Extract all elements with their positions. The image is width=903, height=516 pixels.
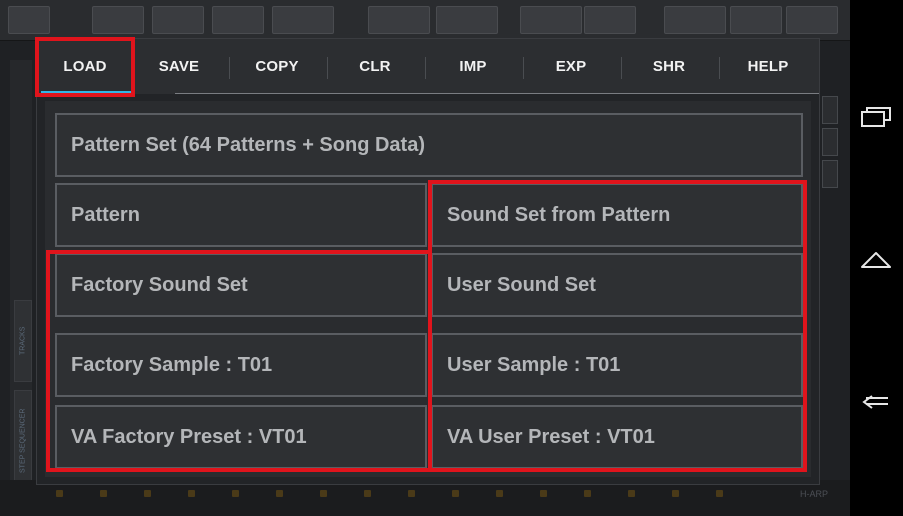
tab-exp[interactable]: EXP xyxy=(525,39,617,94)
option-factory-sound-set[interactable]: Factory Sound Set xyxy=(55,253,427,317)
tab-separator xyxy=(425,57,426,79)
step-led xyxy=(716,490,723,497)
home-icon[interactable] xyxy=(860,243,892,275)
step-led xyxy=(276,490,283,497)
option-user-sample[interactable]: User Sample : T01 xyxy=(431,333,803,397)
toolbar-button[interactable] xyxy=(272,6,334,34)
step-led xyxy=(100,490,107,497)
option-sound-set-from-pattern-label: Sound Set from Pattern xyxy=(447,203,671,226)
tab-help-label: HELP xyxy=(747,58,789,75)
step-led xyxy=(540,490,547,497)
tab-exp-label: EXP xyxy=(555,58,587,75)
tab-shr[interactable]: SHR xyxy=(623,39,715,94)
tab-copy[interactable]: COPY xyxy=(231,39,323,94)
toolbar-button[interactable] xyxy=(730,6,782,34)
active-tab-indicator xyxy=(41,91,133,94)
tab-help[interactable]: HELP xyxy=(721,39,815,94)
toolbar-button[interactable] xyxy=(368,6,430,34)
tab-load[interactable]: LOAD xyxy=(41,39,129,94)
step-led xyxy=(496,490,503,497)
top-toolbar xyxy=(0,0,850,41)
toolbar-button[interactable] xyxy=(436,6,498,34)
system-nav-bar xyxy=(850,0,903,516)
harp-label: H-ARP xyxy=(800,489,829,499)
option-pattern-set[interactable]: Pattern Set (64 Patterns + Song Data) xyxy=(55,113,803,177)
tab-tracks[interactable]: TRACKS xyxy=(14,300,32,382)
step-led xyxy=(144,490,151,497)
tab-copy-label: COPY xyxy=(255,58,299,75)
step-led xyxy=(320,490,327,497)
step-led xyxy=(408,490,415,497)
toolbar-button[interactable] xyxy=(8,6,50,34)
right-control[interactable] xyxy=(822,128,838,156)
tab-save[interactable]: SAVE xyxy=(133,39,225,94)
tab-clr-label: CLR xyxy=(359,58,391,75)
tab-save-label: SAVE xyxy=(158,58,200,75)
back-icon[interactable] xyxy=(860,384,892,416)
option-va-factory-preset-label: VA Factory Preset : VT01 xyxy=(71,425,307,448)
option-user-sound-set[interactable]: User Sound Set xyxy=(431,253,803,317)
step-led xyxy=(56,490,63,497)
toolbar-button[interactable] xyxy=(92,6,144,34)
option-pattern-set-label: Pattern Set (64 Patterns + Song Data) xyxy=(71,133,425,156)
toolbar-button[interactable] xyxy=(152,6,204,34)
bottom-strip xyxy=(0,480,850,516)
option-factory-sample[interactable]: Factory Sample : T01 xyxy=(55,333,427,397)
tab-shr-label: SHR xyxy=(652,58,686,75)
tab-separator xyxy=(229,57,230,79)
option-pattern-label: Pattern xyxy=(71,203,140,226)
toolbar-button[interactable] xyxy=(212,6,264,34)
option-va-factory-preset[interactable]: VA Factory Preset : VT01 xyxy=(55,405,427,469)
tab-separator xyxy=(621,57,622,79)
tab-imp-label: IMP xyxy=(459,58,487,75)
step-led xyxy=(628,490,635,497)
toolbar-button[interactable] xyxy=(520,6,582,34)
tab-separator xyxy=(719,57,720,79)
tab-load-label: LOAD xyxy=(63,58,107,75)
toolbar-button[interactable] xyxy=(584,6,636,34)
right-control[interactable] xyxy=(822,160,838,188)
step-led xyxy=(232,490,239,497)
load-options-panel: Pattern Set (64 Patterns + Song Data) Pa… xyxy=(45,101,811,477)
step-led xyxy=(452,490,459,497)
step-led xyxy=(364,490,371,497)
step-led xyxy=(584,490,591,497)
load-dialog: LOAD SAVE COPY CLR IMP EXP SHR HELP Patt… xyxy=(36,38,820,485)
tab-separator xyxy=(327,57,328,79)
recent-apps-icon[interactable] xyxy=(860,102,892,134)
option-user-sample-label: User Sample : T01 xyxy=(447,353,621,376)
option-factory-sound-set-label: Factory Sound Set xyxy=(71,273,248,296)
toolbar-button[interactable] xyxy=(786,6,838,34)
tab-separator xyxy=(523,57,524,79)
tab-imp[interactable]: IMP xyxy=(427,39,519,94)
step-led xyxy=(188,490,195,497)
tab-bar-divider xyxy=(175,93,819,94)
tab-step-sequencer-label: STEP SEQUENCER xyxy=(19,408,27,474)
option-va-user-preset[interactable]: VA User Preset : VT01 xyxy=(431,405,803,469)
tab-tracks-label: TRACKS xyxy=(19,326,27,356)
option-sound-set-from-pattern[interactable]: Sound Set from Pattern xyxy=(431,183,803,247)
option-va-user-preset-label: VA User Preset : VT01 xyxy=(447,425,655,448)
option-user-sound-set-label: User Sound Set xyxy=(447,273,596,296)
tab-bar: LOAD SAVE COPY CLR IMP EXP SHR HELP xyxy=(37,39,819,94)
option-pattern[interactable]: Pattern xyxy=(55,183,427,247)
tab-step-sequencer[interactable]: STEP SEQUENCER xyxy=(14,390,32,492)
toolbar-button[interactable] xyxy=(664,6,726,34)
tab-clr[interactable]: CLR xyxy=(329,39,421,94)
option-factory-sample-label: Factory Sample : T01 xyxy=(71,353,273,376)
step-led xyxy=(672,490,679,497)
right-control[interactable] xyxy=(822,96,838,124)
